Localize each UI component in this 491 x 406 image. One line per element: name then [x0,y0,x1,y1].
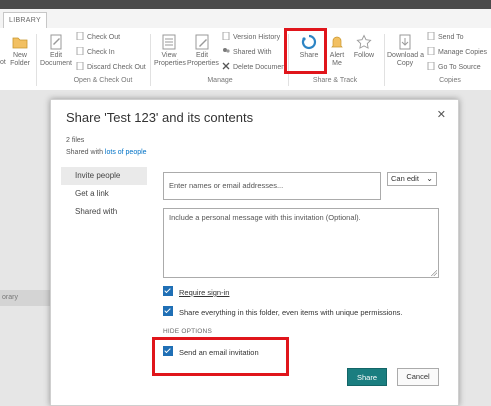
go-to-source-icon [427,61,435,71]
ribbon: ot New Folder Edit Document Check Out Ch… [0,28,491,91]
share-dialog: Share 'Test 123' and its contents ✕ 2 fi… [50,99,459,406]
send-to-button[interactable]: Send To [427,31,464,43]
cut-off-label: ot [0,59,6,66]
check-out-icon [76,31,84,41]
ribbon-separator [36,34,37,86]
group-label-manage: Manage [207,77,233,84]
group-label-copies: Copies [439,77,461,84]
share-submit-button[interactable]: Share [347,368,387,386]
people-icon [222,47,230,55]
version-history-icon [222,31,230,41]
check-in-icon [76,46,84,56]
lots-of-people-link[interactable]: lots of people [105,149,147,156]
resize-grip-icon[interactable] [431,270,437,276]
manage-copies-button[interactable]: Manage Copies [427,46,487,58]
suite-bar [0,0,491,9]
nav-shared-with[interactable]: Shared with [61,203,147,221]
download-icon [397,34,413,50]
share-everything-option[interactable]: Share everything in this folder, even it… [163,306,402,317]
files-count: 2 files [66,137,85,144]
view-properties-icon [161,34,177,50]
discard-check-out-icon [76,61,84,71]
permission-select[interactable]: Can edit ⌄ [387,172,437,186]
send-email-checkbox[interactable] [163,346,173,356]
invite-people-input[interactable]: Enter names or email addresses... [163,172,381,200]
edit-properties-button[interactable]: Edit Properties [187,34,219,68]
tab-library[interactable]: LIBRARY [3,12,47,28]
check-out-button[interactable]: Check Out [76,31,120,43]
folder-icon [12,34,28,50]
edit-document-icon [48,34,64,50]
share-icon [301,34,317,50]
delete-icon [222,62,230,70]
group-label-open-checkout: Open & Check Out [73,77,133,84]
ribbon-tab-row: LIBRARY [0,9,491,29]
require-signin-option[interactable]: Require sign-in [163,286,229,297]
close-icon[interactable]: ✕ [437,108,446,121]
download-copy-button[interactable]: Download a Copy [387,34,424,68]
delete-document-button[interactable]: Delete Document [222,62,287,73]
ribbon-separator [150,34,151,86]
discard-check-out-button[interactable]: Discard Check Out [76,61,146,73]
require-signin-checkbox[interactable] [163,286,173,296]
share-side-nav: Invite people Get a link Shared with [61,167,147,221]
shared-with-summary: Shared with lots of people [66,149,147,156]
cancel-button[interactable]: Cancel [397,368,439,386]
share-button[interactable]: Share [296,34,322,60]
alert-me-button[interactable]: Alert Me [326,34,348,68]
dialog-title: Share 'Test 123' and its contents [66,110,254,125]
group-label-share-track: Share & Track [312,77,358,84]
edit-properties-icon [194,34,210,50]
share-everything-checkbox[interactable] [163,306,173,316]
check-in-button[interactable]: Check In [76,46,115,58]
version-history-button[interactable]: Version History [222,31,280,43]
manage-copies-icon [427,46,435,56]
hide-options-link[interactable]: HIDE OPTIONS [163,328,212,335]
personal-message-textarea[interactable]: Include a personal message with this inv… [163,208,439,278]
ribbon-separator [288,34,289,86]
star-icon [356,34,372,50]
follow-button[interactable]: Follow [352,34,376,60]
new-folder-button[interactable]: New Folder [8,34,32,68]
go-to-source-button[interactable]: Go To Source [427,61,481,73]
edit-document-button[interactable]: Edit Document [40,34,72,68]
send-email-option[interactable]: Send an email invitation [163,346,259,357]
ribbon-separator [384,34,385,86]
chevron-down-icon: ⌄ [426,174,433,183]
bell-icon [329,34,345,50]
send-to-icon [427,31,435,41]
shared-with-button[interactable]: Shared With [222,47,272,58]
nav-invite-people[interactable]: Invite people [61,167,147,185]
view-properties-button[interactable]: View Properties [154,34,186,68]
nav-get-a-link[interactable]: Get a link [61,185,147,203]
